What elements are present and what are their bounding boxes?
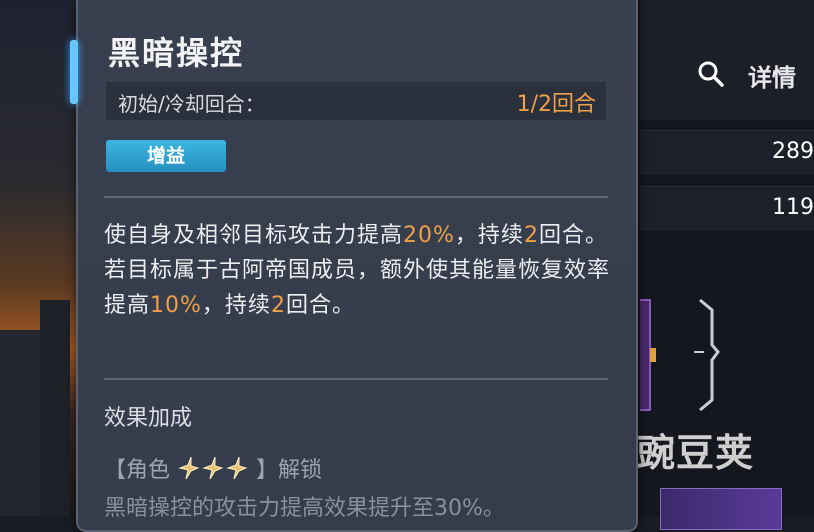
stat-value: 289 xyxy=(772,139,814,164)
star-rating xyxy=(177,456,249,483)
stat-row: 289 xyxy=(640,130,814,175)
buff-tag: 增益 xyxy=(106,140,226,172)
description-text: 回合。 xyxy=(285,293,355,318)
description-text: ，持续 xyxy=(201,293,271,318)
skill-description: 使自身及相邻目标攻击力提高20%，持续2回合。若目标属于古阿帝国成员，额外使其能… xyxy=(104,218,614,323)
background-building xyxy=(40,300,70,516)
highlight-value: 10% xyxy=(150,293,202,318)
divider xyxy=(104,196,608,198)
unlock-prefix: 【角色 xyxy=(104,458,171,483)
panel-accent-bar xyxy=(70,40,78,104)
unlock-suffix: 】解锁 xyxy=(256,458,323,483)
cooldown-value: 1/2回合 xyxy=(516,92,596,117)
highlight-value: 20% xyxy=(403,223,455,248)
highlight-value: 2 xyxy=(270,293,286,318)
details-button[interactable]: 详情 xyxy=(748,58,796,93)
skill-title: 黑暗操控 xyxy=(108,34,245,72)
watermark-text: 豌豆荚 xyxy=(637,431,755,475)
stat-row: 119 xyxy=(640,186,814,231)
stat-value: 119 xyxy=(772,195,814,220)
frame-decoration xyxy=(640,298,720,412)
character-card[interactable] xyxy=(660,488,782,530)
description-text: ，持续 xyxy=(454,223,524,248)
search-icon[interactable] xyxy=(697,60,725,88)
divider xyxy=(104,378,608,380)
highlight-value: 2 xyxy=(523,223,539,248)
bonus-description: 黑暗操控的攻击力提高效果提升至30%。 xyxy=(104,496,505,521)
cooldown-row: 初始/冷却回合： 1/2回合 xyxy=(106,82,606,120)
unlock-requirement: 【角色 】解锁 xyxy=(104,452,322,484)
description-text: 使自身及相邻目标攻击力提高 xyxy=(104,223,404,248)
bonus-title: 效果加成 xyxy=(104,406,193,431)
star-icon xyxy=(202,456,224,480)
star-icon xyxy=(226,456,248,480)
star-icon xyxy=(178,456,200,480)
cooldown-label: 初始/冷却回合： xyxy=(118,92,265,116)
